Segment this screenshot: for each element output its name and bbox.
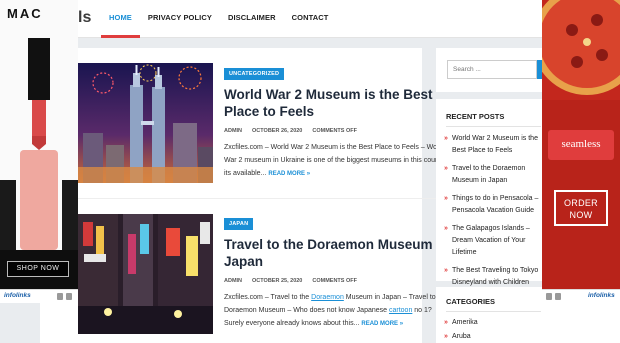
- post-divider: [78, 198, 450, 199]
- right-side-ad[interactable]: seamless ORDER NOW infolinks: [542, 0, 620, 303]
- category-link[interactable]: Amerika: [436, 319, 620, 326]
- category-badge[interactable]: JAPAN: [224, 218, 254, 230]
- mac-logo: MAC: [7, 6, 43, 21]
- post-meta: ADMIN OCTOBER 25, 2020 COMMENTS OFF: [224, 278, 454, 284]
- nav-home[interactable]: HOME: [101, 0, 140, 38]
- order-now-button[interactable]: ORDER NOW: [554, 190, 608, 226]
- recent-post-link[interactable]: The Galapagos Islands – Dream Vacation o…: [436, 223, 541, 259]
- ad-info-icon[interactable]: [546, 293, 552, 300]
- nav-contact[interactable]: CONTACT: [284, 0, 337, 38]
- post-excerpt: Zxcfiles.com – Travel to the Doraemon Mu…: [224, 291, 449, 331]
- excerpt-link-doraemon[interactable]: Doraemon: [311, 294, 344, 301]
- lipstick-ad-image: [0, 0, 78, 289]
- left-side-ad[interactable]: MAC SHOP NOW infolinks: [0, 0, 78, 303]
- post-thumbnail[interactable]: [78, 214, 213, 334]
- post-thumbnail[interactable]: [78, 63, 213, 183]
- recent-post-link[interactable]: World War 2 Museum is the Best Place to …: [436, 133, 541, 157]
- shop-now-button[interactable]: SHOP NOW: [7, 261, 69, 277]
- site-logo[interactable]: ls: [78, 9, 91, 27]
- search-input[interactable]: [447, 60, 537, 79]
- recent-post-link[interactable]: Travel to the Doraemon Museum in Japan: [436, 163, 541, 187]
- post-date[interactable]: OCTOBER 25, 2020: [252, 278, 302, 284]
- post-title[interactable]: Travel to the Doraemon Museum in Japan: [224, 236, 454, 270]
- seamless-logo: seamless: [548, 130, 614, 160]
- ad-close-icon[interactable]: [66, 293, 72, 300]
- site-header: ls HOME PRIVACY POLICY DISCLAIMER CONTAC…: [0, 0, 620, 38]
- post-author[interactable]: ADMIN: [224, 128, 242, 134]
- post-date[interactable]: OCTOBER 26, 2020: [252, 128, 302, 134]
- widget-title-divider: [446, 311, 541, 312]
- category-link[interactable]: Aruba: [436, 333, 620, 340]
- excerpt-text: Zxcfiles.com – World War 2 Museum is the…: [224, 144, 449, 177]
- post-body: JAPAN Travel to the Doraemon Museum in J…: [224, 212, 454, 331]
- post-list: UNCATEGORIZED World War 2 Museum is the …: [40, 48, 450, 343]
- infolinks-bar: infolinks: [0, 289, 78, 303]
- ad-info-icon[interactable]: [57, 293, 63, 300]
- widget-title-divider: [446, 126, 541, 127]
- nav-privacy-policy[interactable]: PRIVACY POLICY: [140, 0, 220, 38]
- tokyo-street-image: [78, 214, 213, 334]
- infolinks-logo: infolinks: [4, 292, 31, 299]
- post-meta: ADMIN OCTOBER 26, 2020 COMMENTS OFF: [224, 128, 454, 134]
- nav-disclaimer[interactable]: DISCLAIMER: [220, 0, 284, 38]
- ad-close-icon[interactable]: [555, 293, 561, 300]
- post-author[interactable]: ADMIN: [224, 278, 242, 284]
- recent-post-link[interactable]: Things to do in Pensacola – Pensacola Va…: [436, 193, 541, 217]
- infolinks-bar: infolinks: [542, 289, 620, 303]
- recent-post-link[interactable]: The Best Traveling to Tokyo Disneyland w…: [436, 265, 541, 289]
- read-more-link[interactable]: READ MORE »: [361, 321, 403, 327]
- post-comments: COMMENTS OFF: [312, 278, 357, 284]
- excerpt-link-cartoon[interactable]: cartoon: [389, 307, 412, 314]
- post-excerpt: Zxcfiles.com – World War 2 Museum is the…: [224, 141, 449, 181]
- read-more-link[interactable]: READ MORE »: [268, 171, 310, 177]
- category-badge[interactable]: UNCATEGORIZED: [224, 68, 285, 80]
- excerpt-text: Zxcfiles.com – Travel to the: [224, 294, 312, 301]
- post-title[interactable]: World War 2 Museum is the Best Place to …: [224, 86, 454, 120]
- main-nav: HOME PRIVACY POLICY DISCLAIMER CONTACT: [101, 0, 336, 38]
- post-body: UNCATEGORIZED World War 2 Museum is the …: [224, 62, 454, 181]
- post-comments: COMMENTS OFF: [312, 128, 357, 134]
- kuala-lumpur-night-image: [78, 63, 213, 183]
- infolinks-logo: infolinks: [588, 292, 615, 299]
